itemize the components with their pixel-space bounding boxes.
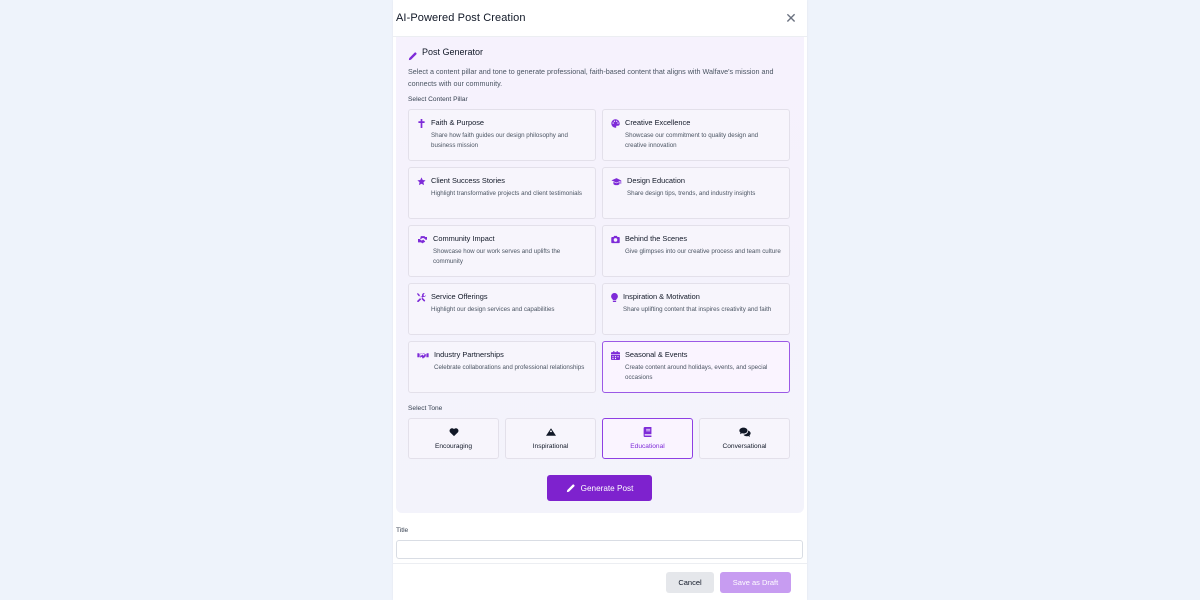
pillar-title: Creative Excellence [625, 118, 691, 127]
generate-post-label: Generate Post [580, 483, 634, 493]
pillar-description: Give glimpses into our creative process … [625, 248, 781, 255]
modal-header: AI-Powered Post Creation ✕ [393, 0, 807, 37]
title-input[interactable] [396, 540, 803, 559]
pillar-title: Faith & Purpose [431, 118, 484, 127]
tone-inspirational[interactable]: Inspirational [505, 417, 596, 459]
cross-icon [417, 119, 426, 128]
handshake-icon [417, 351, 429, 360]
pillar-description: Highlight our design services and capabi… [431, 306, 555, 313]
pillar-description: Celebrate collaborations and professiona… [434, 364, 585, 371]
pillar-section-label: Select Content Pillar [408, 96, 468, 103]
pillar-description: Create content around holidays, events, … [625, 364, 768, 381]
post-generator-header: Post Generator [408, 45, 792, 60]
pillar-description: Highlight transformative projects and cl… [431, 190, 582, 197]
palette-icon [611, 119, 620, 128]
pencil-icon [566, 483, 575, 493]
pillar-title: Client Success Stories [431, 176, 505, 185]
comments-icon [738, 427, 751, 437]
tone-conversational[interactable]: Conversational [699, 417, 790, 459]
tone-grid: Encouraging Inspirational Educational Co… [408, 417, 792, 459]
tone-label: Inspirational [532, 442, 569, 450]
cancel-button[interactable]: Cancel [666, 572, 714, 593]
pillar-description: Share uplifting content that inspires cr… [623, 306, 772, 313]
heart-icon [449, 427, 459, 437]
lightbulb-icon [611, 293, 618, 302]
pillar-grid: Faith & Purpose Share how faith guides o… [408, 109, 792, 393]
pillar-faith-purpose[interactable]: Faith & Purpose Share how faith guides o… [408, 109, 596, 161]
pillar-industry-partnerships[interactable]: Industry Partnerships Celebrate collabor… [408, 341, 596, 393]
tone-label: Encouraging [434, 442, 473, 450]
post-generator-description: Select a content pillar and tone to gene… [408, 67, 774, 88]
generate-post-button[interactable]: Generate Post [547, 475, 652, 501]
pillar-title: Service Offerings [431, 292, 488, 301]
hands-helping-icon [417, 235, 428, 244]
pillar-community-impact[interactable]: Community Impact Showcase how our work s… [408, 225, 596, 277]
pillar-creative-excellence[interactable]: Creative Excellence Showcase our commitm… [602, 109, 790, 161]
star-icon [417, 177, 426, 186]
close-icon[interactable]: ✕ [785, 11, 797, 25]
pillar-design-education[interactable]: Design Education Share design tips, tren… [602, 167, 790, 219]
book-icon [643, 426, 653, 437]
pillar-seasonal-events[interactable]: Seasonal & Events Create content around … [602, 341, 790, 393]
camera-icon [611, 235, 620, 244]
post-creation-modal: AI-Powered Post Creation ✕ Post Generato… [393, 0, 807, 600]
calendar-icon [611, 351, 620, 360]
tone-section-label: Select Tone [408, 404, 443, 412]
pillar-behind-the-scenes[interactable]: Behind the Scenes Give glimpses into our… [602, 225, 790, 277]
pillar-title: Seasonal & Events [625, 350, 688, 359]
post-generator-panel: Post Generator Select a content pillar a… [396, 37, 804, 513]
tone-label: Educational [630, 442, 665, 450]
tone-encouraging[interactable]: Encouraging [408, 417, 499, 459]
pillar-service-offerings[interactable]: Service Offerings Highlight our design s… [408, 283, 596, 335]
graduation-cap-icon [611, 177, 622, 186]
pillar-description: Share design tips, trends, and industry … [627, 190, 756, 197]
pillar-description: Showcase our commitment to quality desig… [625, 132, 759, 149]
pencil-icon [408, 48, 417, 60]
pillar-description: Showcase how our work serves and uplifts… [433, 248, 561, 265]
pillar-title: Industry Partnerships [434, 350, 504, 359]
tone-educational[interactable]: Educational [602, 417, 693, 459]
tools-icon [417, 293, 426, 302]
title-label: Title [396, 527, 409, 534]
pillar-description: Share how faith guides our design philos… [431, 132, 568, 149]
pillar-title: Behind the Scenes [625, 234, 688, 243]
title-section: Title [396, 527, 803, 559]
pillar-client-success-stories[interactable]: Client Success Stories Highlight transfo… [408, 167, 596, 219]
post-generator-title: Post Generator [422, 47, 484, 57]
pillar-title: Community Impact [433, 234, 495, 243]
save-as-draft-button[interactable]: Save as Draft [720, 572, 791, 593]
pillar-title: Inspiration & Motivation [623, 292, 700, 301]
tone-label: Conversational [722, 442, 767, 450]
modal-title: AI-Powered Post Creation [396, 12, 526, 24]
modal-footer: Cancel Save as Draft [393, 563, 807, 600]
mountain-icon [545, 427, 556, 437]
pillar-title: Design Education [627, 176, 685, 185]
pillar-inspiration-motivation[interactable]: Inspiration & Motivation Share uplifting… [602, 283, 790, 335]
